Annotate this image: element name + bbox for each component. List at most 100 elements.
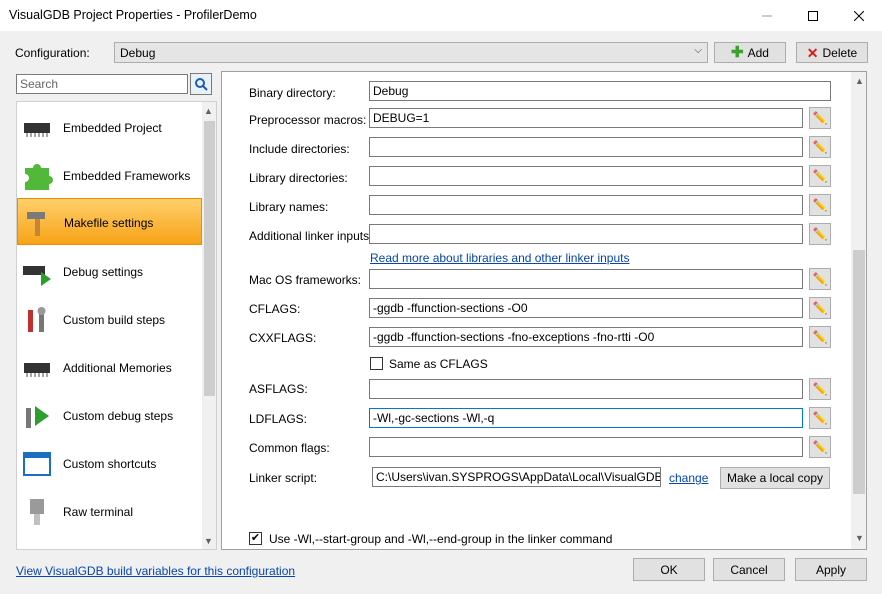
edit-additional-linker-inputs-button[interactable]: ✏️ [809,223,831,245]
chip-play-icon [23,266,51,286]
wrench-play-icon [26,406,49,428]
sidebar-item-label: Embedded Project [63,121,162,135]
chevron-down-icon: ⌵ [694,45,702,56]
cflags-input[interactable]: -ggdb -ffunction-sections -O0 [369,298,803,318]
search-button[interactable] [190,73,212,95]
sidebar-item-debug-settings[interactable]: Debug settings [17,248,202,295]
pencil-icon: ✏️ [812,227,828,241]
edit-include-directories-button[interactable]: ✏️ [809,136,831,158]
mac-os-frameworks-label: Mac OS frameworks: [249,273,362,287]
ldflags-label: LDFLAGS: [249,412,308,426]
add-button-label: Add [747,45,769,60]
ok-button-label: OK [660,562,678,577]
delete-button[interactable]: ✕ Delete [796,42,868,63]
read-more-link[interactable]: Read more about libraries and other link… [370,251,629,265]
sidebar-item-custom-shortcuts[interactable]: Custom shortcuts [17,440,202,487]
pencil-icon: ✏️ [812,169,828,183]
add-button[interactable]: ✚ Add [714,42,786,63]
sidebar-item-label: Makefile settings [64,216,154,230]
mac-os-frameworks-input[interactable] [369,269,803,289]
library-directories-input[interactable] [369,166,803,186]
same-as-cflags-checkbox[interactable] [370,357,383,370]
sidebar: Embedded Project Embedded Frameworks Mak… [16,101,217,550]
sidebar-item-custom-build-steps[interactable]: Custom build steps [17,296,202,343]
sidebar-item-embedded-frameworks[interactable]: Embedded Frameworks [17,152,202,199]
edit-mac-os-frameworks-button[interactable]: ✏️ [809,268,831,290]
search-input[interactable]: Search [16,74,188,94]
scroll-down-icon[interactable]: ▼ [204,536,213,546]
maximize-button[interactable] [790,0,836,31]
ldflags-input[interactable]: -Wl,-gc-sections -Wl,-q [369,408,803,428]
apply-button[interactable]: Apply [795,558,867,581]
settings-scrollbar[interactable]: ▲ ▼ [851,72,866,549]
sidebar-item-label: Additional Memories [63,361,172,375]
sidebar-item-raw-terminal[interactable]: Raw terminal [17,488,202,535]
scroll-down-icon[interactable]: ▼ [855,533,864,543]
edit-asflags-button[interactable]: ✏️ [809,378,831,400]
scroll-up-icon[interactable]: ▲ [204,106,213,116]
pencil-icon: ✏️ [812,382,828,396]
pencil-icon: ✏️ [812,330,828,344]
cancel-button-label: Cancel [730,562,768,577]
sidebar-item-embedded-project[interactable]: Embedded Project [17,104,202,151]
linker-script-input[interactable]: C:\Users\ivan.SYSPROGS\AppData\Local\Vis… [372,467,661,487]
additional-linker-inputs-input[interactable] [369,224,803,244]
scroll-up-icon[interactable]: ▲ [855,76,864,86]
make-local-copy-button[interactable]: Make a local copy [720,467,830,489]
make-local-copy-label: Make a local copy [726,471,824,485]
pencil-icon: ✏️ [812,440,828,454]
check-icon: ✔ [250,532,261,544]
preprocessor-macros-label: Preprocessor macros: [249,113,367,127]
edit-library-directories-button[interactable]: ✏️ [809,165,831,187]
linker-script-label: Linker script: [249,471,318,485]
change-link[interactable]: change [669,471,708,485]
use-group-label: Use -Wl,--start-group and -Wl,--end-grou… [269,532,613,546]
library-names-label: Library names: [249,200,329,214]
library-names-input[interactable] [369,195,803,215]
edit-ldflags-button[interactable]: ✏️ [809,407,831,429]
binary-directory-input[interactable]: Debug [369,81,831,101]
use-group-checkbox[interactable]: ✔ [249,532,262,545]
preprocessor-macros-input[interactable]: DEBUG=1 [369,108,803,128]
minimize-icon [762,15,772,16]
sidebar-scrollbar[interactable]: ▲ ▼ [202,102,216,549]
cxxflags-input[interactable]: -ggdb -ffunction-sections -fno-exception… [369,327,803,347]
cxxflags-label: CXXFLAGS: [249,331,317,345]
sidebar-scroll-thumb[interactable] [204,121,215,396]
window-icon [23,452,51,476]
edit-library-names-button[interactable]: ✏️ [809,194,831,216]
cancel-button[interactable]: Cancel [713,558,785,581]
asflags-input[interactable] [369,379,803,399]
edit-common-flags-button[interactable]: ✏️ [809,436,831,458]
additional-linker-inputs-label: Additional linker inputs: [249,229,373,243]
library-directories-label: Library directories: [249,171,348,185]
chip-icon [24,123,50,137]
sidebar-item-additional-memories[interactable]: Additional Memories [17,344,202,391]
include-directories-input[interactable] [369,137,803,157]
edit-cflags-button[interactable]: ✏️ [809,297,831,319]
sidebar-item-label: Debug settings [63,265,144,279]
puzzle-icon [25,164,53,190]
pencil-icon: ✏️ [812,140,828,154]
include-directories-label: Include directories: [249,142,350,156]
sidebar-item-makefile-settings[interactable]: Makefile settings [17,198,202,245]
chip-icon [24,363,50,377]
edit-preprocessor-macros-button[interactable]: ✏️ [809,107,831,129]
sidebar-item-label: Custom debug steps [63,409,174,423]
edit-cxxflags-button[interactable]: ✏️ [809,326,831,348]
configuration-label: Configuration: [15,46,90,60]
cflags-label: CFLAGS: [249,302,301,316]
delete-icon: ✕ [806,44,819,61]
minimize-button[interactable] [744,0,790,31]
settings-scroll-thumb[interactable] [853,250,865,494]
ok-button[interactable]: OK [633,558,705,581]
close-icon [854,10,864,21]
close-button[interactable] [836,0,882,31]
sidebar-item-label: Raw terminal [63,505,134,519]
build-variables-link[interactable]: View VisualGDB build variables for this … [16,564,295,578]
pencil-icon: ✏️ [812,198,828,212]
configuration-select[interactable]: Debug ⌵ [114,42,708,63]
common-flags-input[interactable] [369,437,803,457]
sidebar-item-custom-debug-steps[interactable]: Custom debug steps [17,392,202,439]
window-title: VisualGDB Project Properties - ProfilerD… [9,8,257,22]
